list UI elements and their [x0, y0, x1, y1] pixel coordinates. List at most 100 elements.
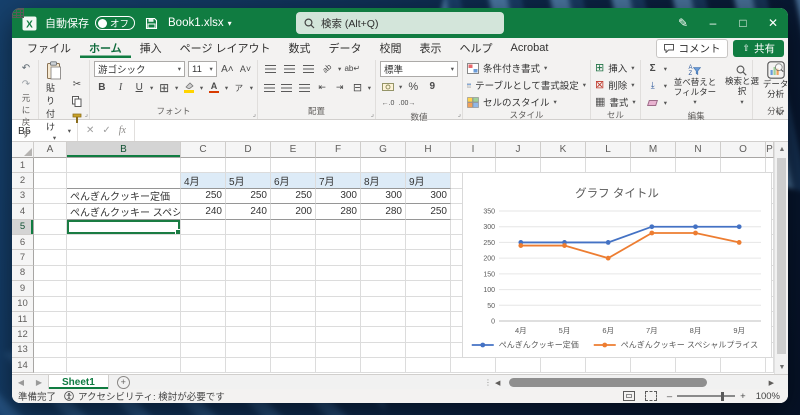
- cancel-icon[interactable]: ✕: [86, 125, 94, 136]
- cell-G10[interactable]: [361, 296, 406, 312]
- cell-H14[interactable]: [406, 358, 451, 374]
- cell-G12[interactable]: [361, 327, 406, 343]
- tab-insert[interactable]: 挿入: [131, 38, 171, 58]
- comments-button[interactable]: コメント: [656, 38, 729, 58]
- cell-F8[interactable]: [316, 265, 361, 282]
- column-header-L[interactable]: L: [586, 142, 631, 158]
- cell-C8[interactable]: [181, 265, 226, 282]
- column-header-J[interactable]: J: [496, 142, 541, 158]
- accessibility-status[interactable]: アクセシビリティ: 検討が必要です: [64, 389, 225, 403]
- cell-E13[interactable]: [271, 342, 316, 359]
- merge-center-icon[interactable]: ⊟: [350, 80, 365, 95]
- cell-H11[interactable]: [406, 311, 451, 328]
- cell-D14[interactable]: [226, 358, 271, 374]
- cell-E11[interactable]: [271, 311, 316, 328]
- cell-H6[interactable]: [406, 234, 451, 251]
- tab-data[interactable]: データ: [320, 38, 371, 58]
- cell-F5[interactable]: [316, 219, 361, 235]
- enter-icon[interactable]: ✓: [102, 125, 110, 136]
- row-header-13[interactable]: 13: [12, 342, 34, 359]
- chevron-down-icon[interactable]: ▾: [250, 84, 253, 92]
- cell-G6[interactable]: [361, 234, 406, 251]
- cell-G14[interactable]: [361, 358, 406, 374]
- cell-B14[interactable]: [67, 358, 181, 374]
- column-header-B[interactable]: B: [67, 142, 181, 158]
- cell-H5[interactable]: [406, 219, 451, 235]
- format-painter-icon[interactable]: [69, 111, 85, 126]
- cell-D4[interactable]: 240: [226, 204, 271, 220]
- increase-decimal-icon[interactable]: ←.0: [380, 96, 396, 111]
- column-header-H[interactable]: H: [406, 142, 451, 158]
- comma-style-icon[interactable]: 9: [424, 79, 440, 94]
- row-header-6[interactable]: 6: [12, 234, 34, 251]
- cell-A4[interactable]: [34, 204, 67, 220]
- zoom-in-icon[interactable]: +: [740, 391, 746, 402]
- cell-G4[interactable]: 280: [361, 204, 406, 220]
- phonetic-guide-icon[interactable]: ア: [231, 80, 247, 95]
- new-sheet-button[interactable]: +: [116, 376, 130, 389]
- fill-color-icon[interactable]: [181, 80, 197, 95]
- cell-E1[interactable]: [271, 158, 316, 174]
- cell-E2[interactable]: 6月: [271, 173, 316, 189]
- scroll-left-icon[interactable]: ◀: [495, 379, 500, 387]
- page-layout-view-icon[interactable]: [622, 391, 635, 401]
- cell-K14[interactable]: [541, 358, 586, 374]
- row-header-5[interactable]: 5: [12, 219, 34, 235]
- row-header-4[interactable]: 4: [12, 204, 34, 220]
- select-all-corner[interactable]: [12, 142, 34, 158]
- column-header-G[interactable]: G: [361, 142, 406, 158]
- pen-mode-icon[interactable]: ✎: [668, 16, 698, 30]
- chevron-down-icon[interactable]: ▾: [368, 84, 371, 92]
- cell-F12[interactable]: [316, 327, 361, 343]
- autosave-toggle[interactable]: オフ: [95, 16, 136, 30]
- cut-icon[interactable]: ✂: [69, 77, 85, 92]
- column-header-I[interactable]: I: [451, 142, 496, 158]
- underline-button[interactable]: U: [131, 80, 147, 95]
- cell-D9[interactable]: [226, 281, 271, 297]
- cell-C11[interactable]: [181, 311, 226, 328]
- formula-input[interactable]: [135, 120, 788, 141]
- cell-A7[interactable]: [34, 250, 67, 266]
- cell-F14[interactable]: [316, 358, 361, 374]
- maximize-button[interactable]: □: [728, 8, 758, 38]
- page-break-view-icon[interactable]: [644, 391, 657, 401]
- tab-review[interactable]: 校閲: [371, 38, 411, 58]
- cell-D1[interactable]: [226, 158, 271, 174]
- cell-G9[interactable]: [361, 281, 406, 297]
- dialog-launcher-icon[interactable]: ⌟: [458, 110, 461, 118]
- cell-D8[interactable]: [226, 265, 271, 282]
- cell-L14[interactable]: [586, 358, 631, 374]
- paste-button[interactable]: 貼り付け ▾: [43, 61, 66, 142]
- cell-E6[interactable]: [271, 234, 316, 251]
- borders-icon[interactable]: ⊞: [156, 80, 172, 95]
- scroll-down-icon[interactable]: ▼: [775, 360, 788, 374]
- tab-home[interactable]: ホーム: [80, 38, 131, 58]
- insert-function-icon[interactable]: fx: [119, 125, 126, 136]
- cell-H8[interactable]: [406, 265, 451, 282]
- dialog-launcher-icon[interactable]: ⌟: [371, 110, 374, 118]
- cell-H12[interactable]: [406, 327, 451, 343]
- cell-E14[interactable]: [271, 358, 316, 374]
- column-header-K[interactable]: K: [541, 142, 586, 158]
- wrap-text-icon[interactable]: ab↵: [344, 61, 360, 76]
- cell-E10[interactable]: [271, 296, 316, 312]
- sheet-tab-sheet1[interactable]: Sheet1: [48, 375, 109, 389]
- cell-G11[interactable]: [361, 311, 406, 328]
- column-header-E[interactable]: E: [271, 142, 316, 158]
- cell-F13[interactable]: [316, 342, 361, 359]
- column-header-D[interactable]: D: [226, 142, 271, 158]
- currency-format-icon[interactable]: [380, 79, 396, 94]
- cell-A1[interactable]: [34, 158, 67, 174]
- splitter-handle[interactable]: ⋮: [484, 378, 492, 387]
- font-name-select[interactable]: 游ゴシック ▾: [94, 61, 186, 77]
- cell-D6[interactable]: [226, 234, 271, 251]
- close-button[interactable]: ✕: [758, 8, 788, 38]
- row-header-14[interactable]: 14: [12, 358, 34, 374]
- cell-B3[interactable]: ぺんぎんクッキー定価: [67, 188, 181, 205]
- cell-B6[interactable]: [67, 234, 181, 251]
- cell-C14[interactable]: [181, 358, 226, 374]
- cell-A12[interactable]: [34, 327, 67, 343]
- row-header-7[interactable]: 7: [12, 250, 34, 266]
- column-header-N[interactable]: N: [676, 142, 721, 158]
- autosum-icon[interactable]: Σ: [645, 61, 661, 76]
